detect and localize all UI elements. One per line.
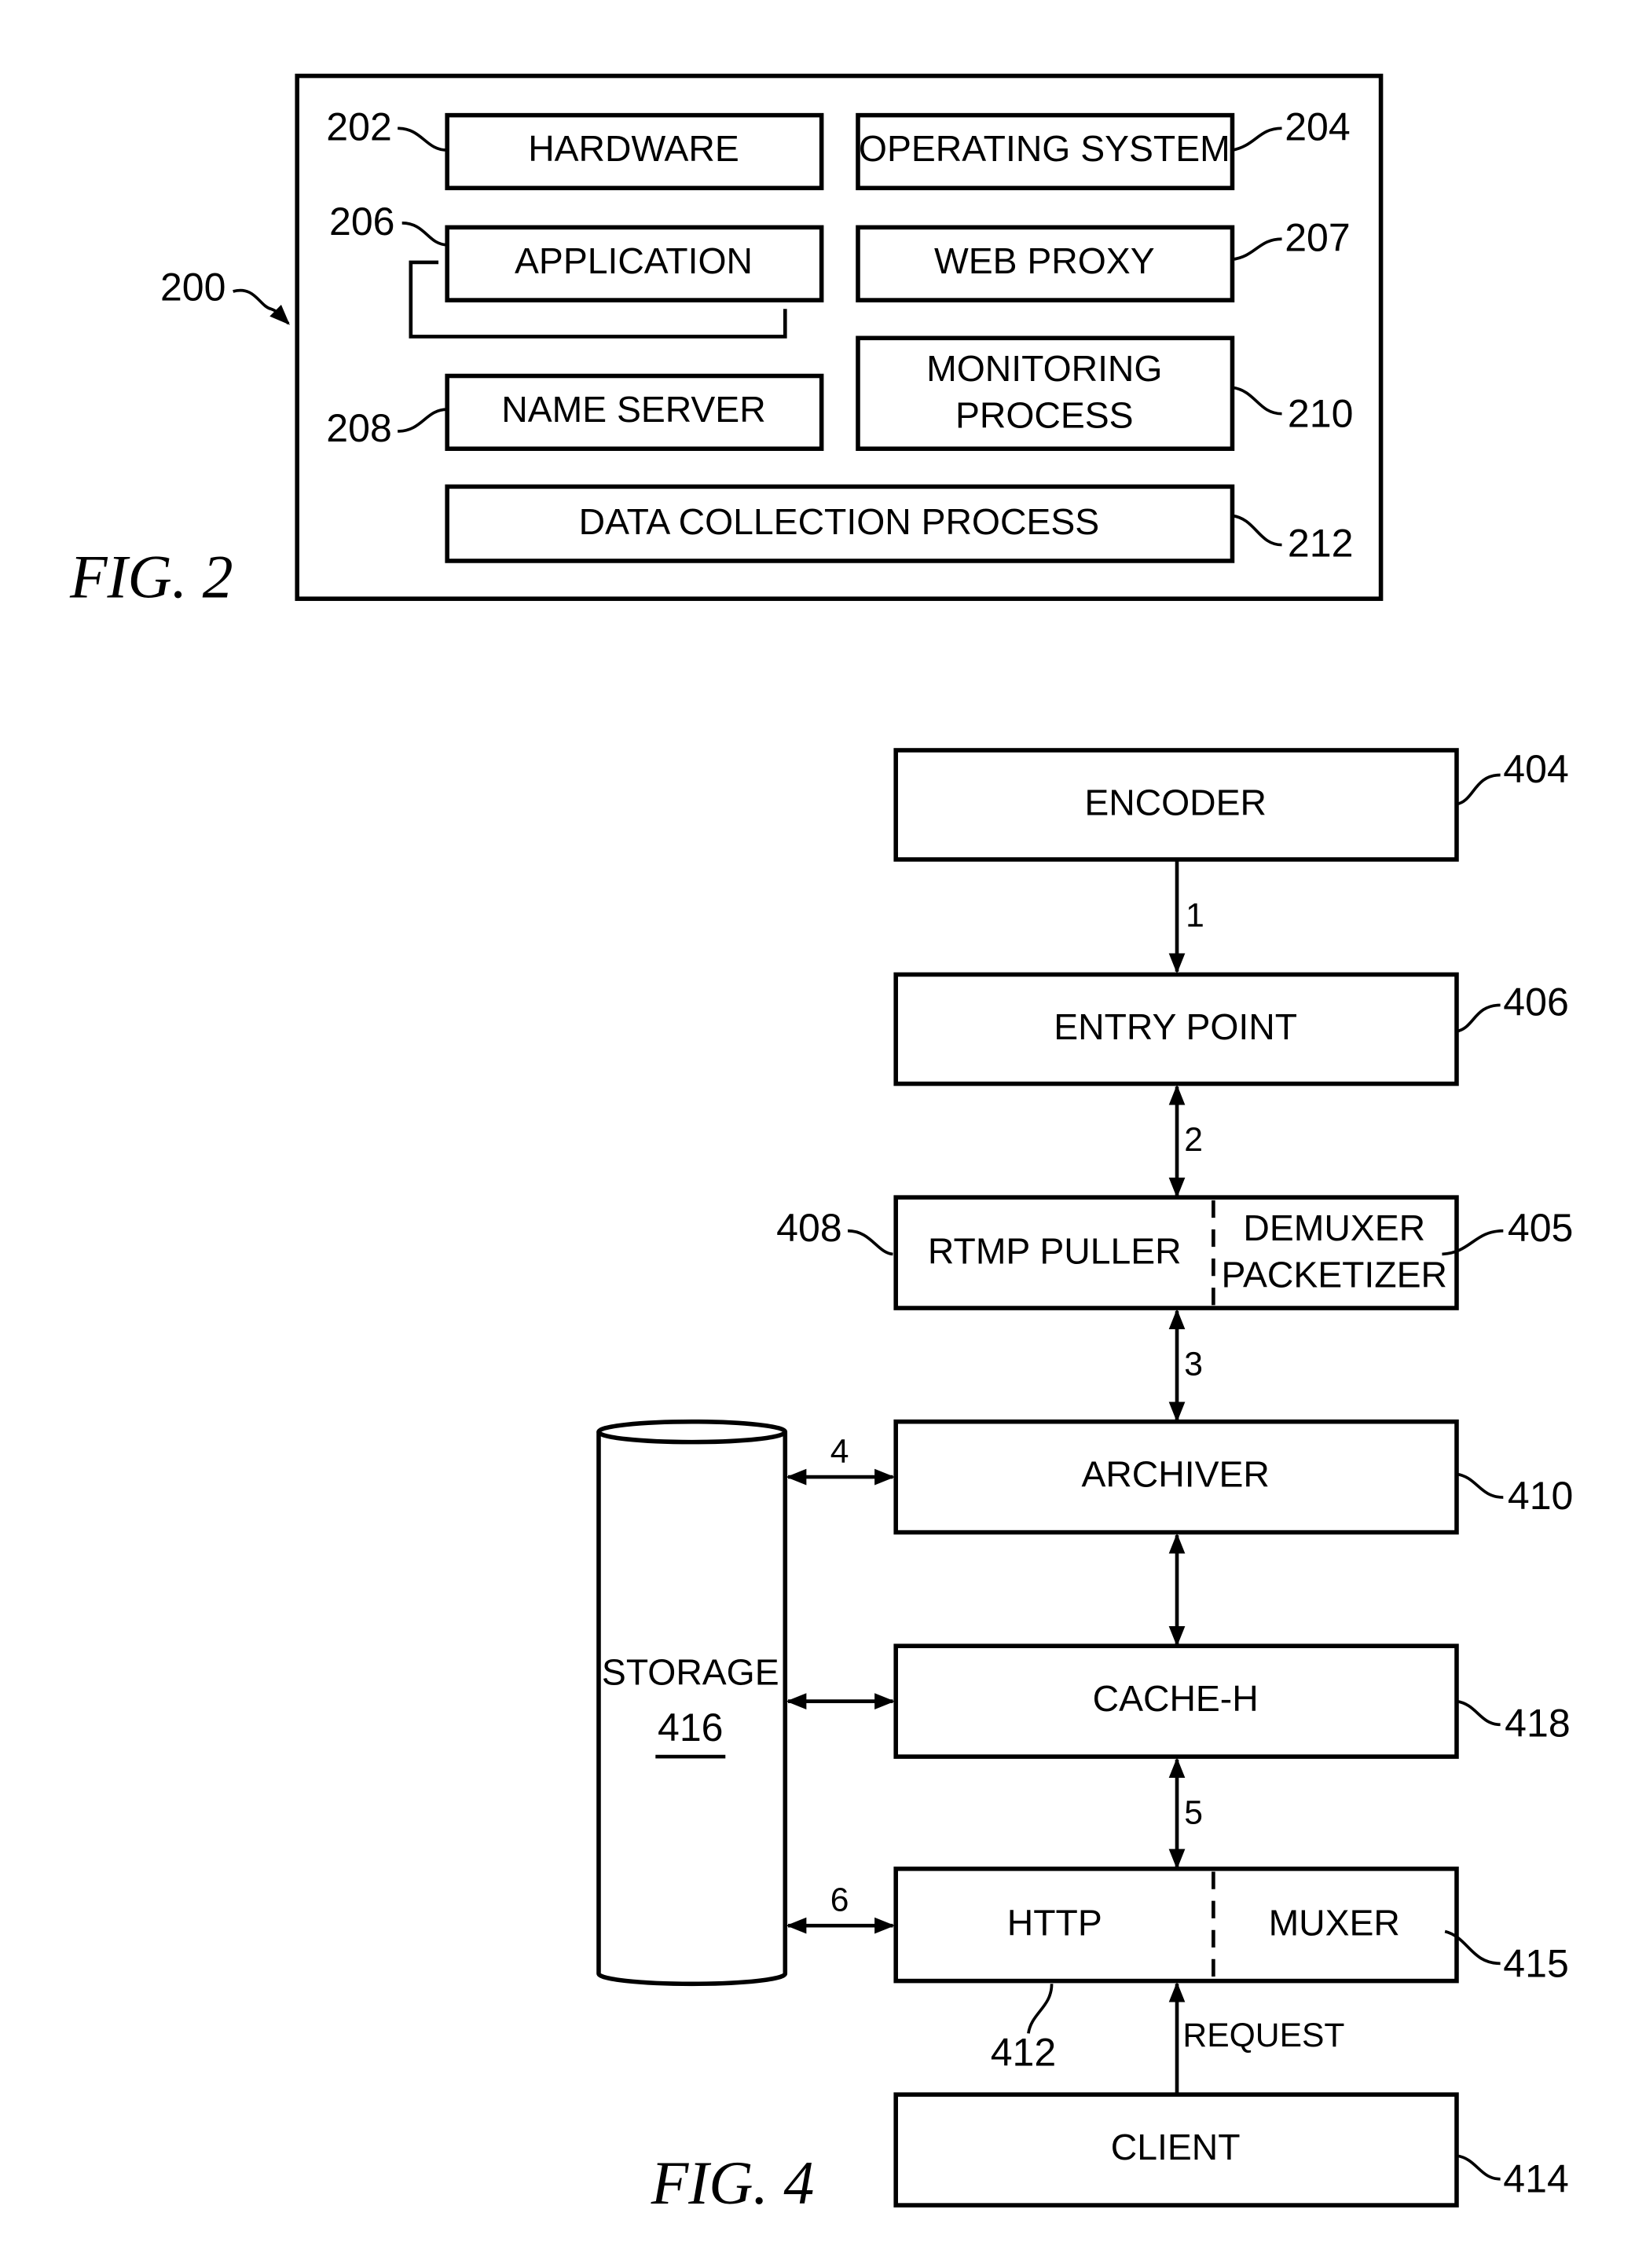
ref-208: 208	[326, 406, 392, 450]
svg-text:OPERATING SYSTEM: OPERATING SYSTEM	[859, 128, 1230, 169]
storage-cylinder: STORAGE 416	[596, 1419, 788, 1987]
svg-text:MONITORING: MONITORING	[926, 348, 1162, 389]
svg-text:APPLICATION: APPLICATION	[515, 240, 753, 281]
svg-text:HARDWARE: HARDWARE	[528, 128, 739, 169]
flow-5-label: 5	[1184, 1794, 1203, 1832]
rtmp-puller-label: RTMP PULLER	[928, 1231, 1182, 1272]
block-entry-point: ENTRY POINT 406	[893, 972, 1569, 1086]
block-web-proxy: WEB PROXY 207	[856, 215, 1351, 302]
leader-200	[233, 288, 290, 325]
ref-207: 207	[1285, 215, 1351, 259]
ref-202: 202	[326, 104, 392, 148]
ref-418: 418	[1505, 1701, 1571, 1745]
http-label: HTTP	[1007, 1902, 1102, 1943]
block-client: CLIENT 414	[893, 2092, 1569, 2208]
svg-text:ARCHIVER: ARCHIVER	[1081, 1453, 1269, 1494]
ref-212: 212	[1288, 522, 1354, 566]
flow-6-label: 6	[830, 1881, 849, 1919]
svg-text:WEB PROXY: WEB PROXY	[934, 240, 1155, 281]
block-application: APPLICATION 206	[329, 200, 824, 339]
flow-1-label: 1	[1186, 896, 1204, 934]
figure-4-caption: FIG. 4	[651, 2149, 815, 2217]
svg-text:CACHE-H: CACHE-H	[1093, 1678, 1259, 1719]
svg-text:NAME SERVER: NAME SERVER	[501, 389, 765, 430]
block-rtmp-puller-demuxer: RTMP PULLER DEMUXER PACKETIZER 408 405	[776, 1195, 1574, 1310]
ref-204: 204	[1285, 104, 1351, 148]
flow-4-label: 4	[830, 1433, 849, 1471]
ref-404: 404	[1503, 747, 1569, 791]
ref-200: 200	[160, 265, 226, 309]
ref-410: 410	[1508, 1474, 1574, 1518]
svg-text:DATA COLLECTION PROCESS: DATA COLLECTION PROCESS	[579, 501, 1099, 542]
storage-label: STORAGE	[602, 1651, 779, 1692]
flow-2-label: 2	[1184, 1121, 1203, 1159]
flow-3-label: 3	[1184, 1345, 1203, 1383]
ref-414: 414	[1503, 2157, 1569, 2201]
svg-text:ENCODER: ENCODER	[1084, 782, 1267, 823]
svg-text:CLIENT: CLIENT	[1111, 2127, 1241, 2167]
request-label: REQUEST	[1182, 2017, 1344, 2054]
block-cache-h: CACHE-H 418	[893, 1643, 1571, 1759]
figure-2: 200 HARDWARE 202 OPERATING SYSTEM 204 AP…	[69, 73, 1384, 610]
ref-408: 408	[776, 1206, 842, 1250]
svg-text:ENTRY POINT: ENTRY POINT	[1054, 1006, 1297, 1047]
figure-2-caption: FIG. 2	[69, 543, 233, 610]
ref-210: 210	[1288, 392, 1354, 436]
demuxer-label: DEMUXER	[1243, 1207, 1425, 1248]
block-encoder: ENCODER 404	[893, 747, 1569, 862]
patent-figures: 200 HARDWARE 202 OPERATING SYSTEM 204 AP…	[69, 73, 1574, 2217]
svg-text:PROCESS: PROCESS	[955, 395, 1134, 436]
ref-406: 406	[1503, 980, 1569, 1024]
block-archiver: ARCHIVER 410	[893, 1419, 1574, 1535]
ref-405: 405	[1508, 1206, 1574, 1250]
block-monitoring-process: MONITORING PROCESS 210	[856, 335, 1354, 451]
ref-206: 206	[329, 200, 395, 244]
block-operating-system: OPERATING SYSTEM 204	[856, 104, 1351, 191]
block-data-collection-process: DATA COLLECTION PROCESS 212	[445, 484, 1354, 566]
ref-415: 415	[1503, 1941, 1569, 1985]
packetizer-label: PACKETIZER	[1222, 1254, 1447, 1295]
storage-ref: 416	[658, 1706, 724, 1750]
block-name-server: NAME SERVER 208	[326, 373, 824, 451]
muxer-label: MUXER	[1269, 1902, 1400, 1943]
ref-412: 412	[991, 2030, 1057, 2074]
block-hardware: HARDWARE 202	[326, 104, 824, 191]
figure-4: ENCODER 404 1 ENTRY POINT 406 2 RTMP PUL…	[596, 747, 1574, 2217]
